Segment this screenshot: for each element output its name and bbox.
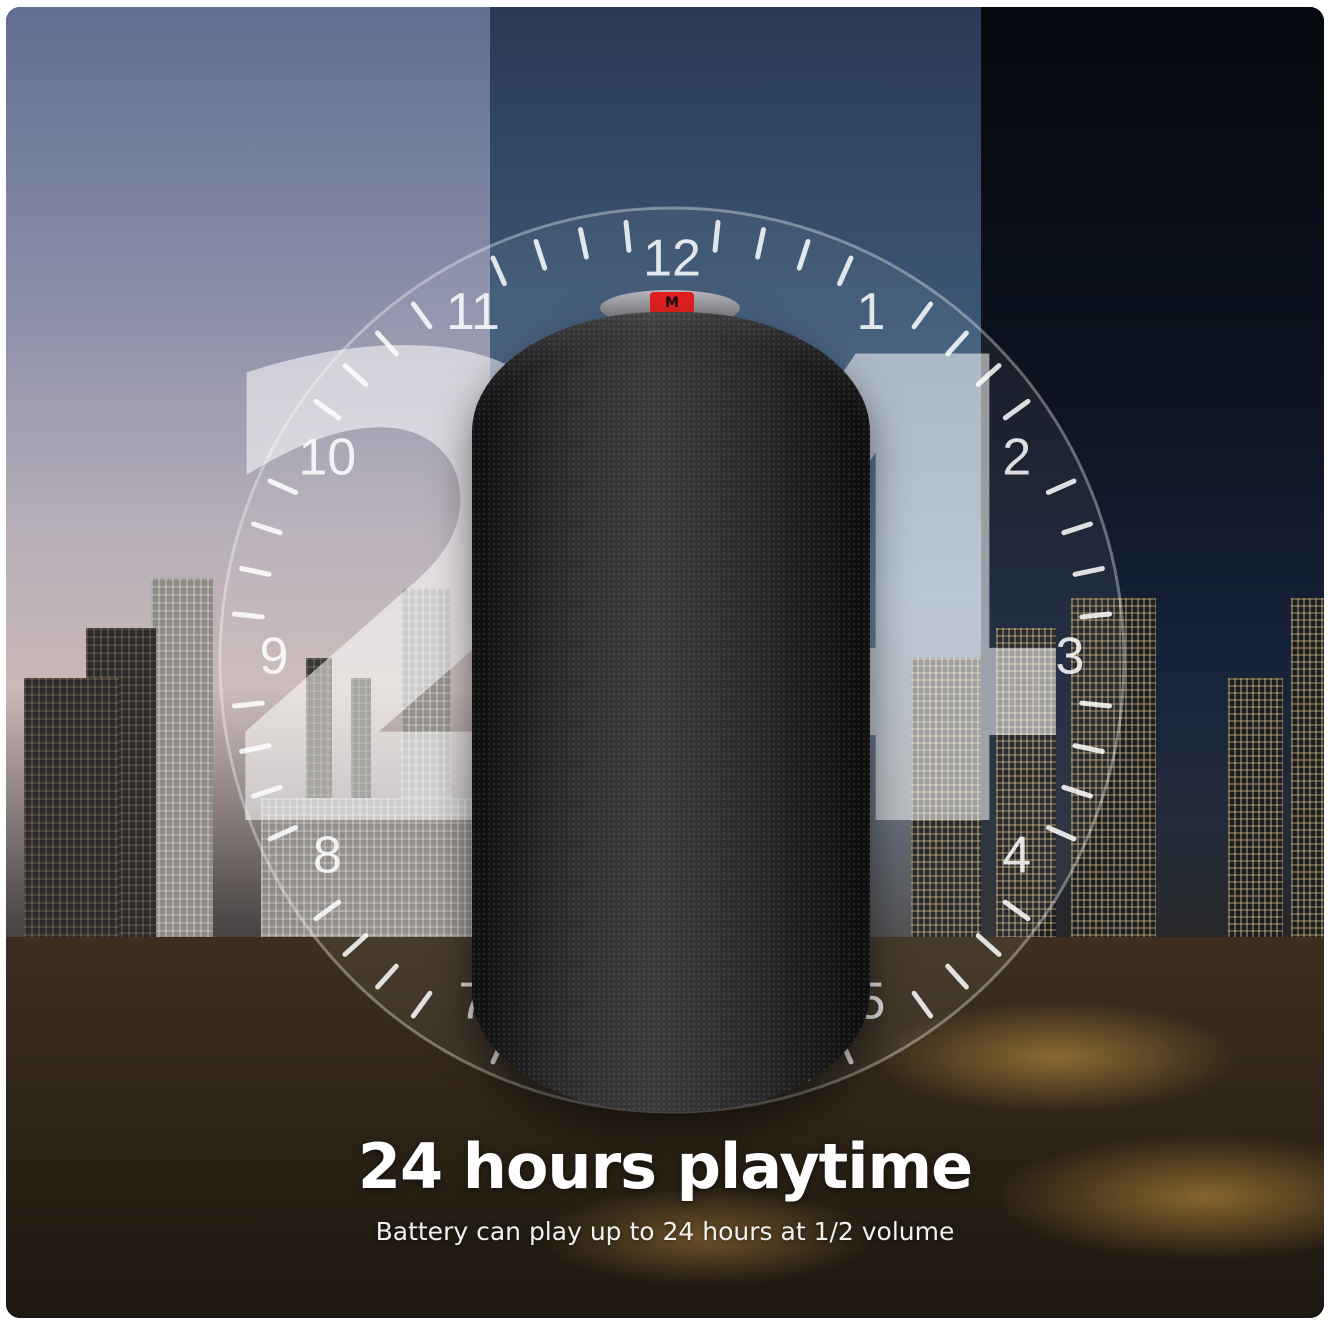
clock-tick — [1079, 611, 1113, 620]
headline: 24 hours playtime — [357, 1130, 973, 1203]
speaker-body — [472, 312, 870, 1112]
subline: Battery can play up to 24 hours at 1/2 v… — [375, 1217, 955, 1246]
brand-logo-badge: M — [650, 292, 694, 314]
clock-tick — [1079, 700, 1113, 709]
